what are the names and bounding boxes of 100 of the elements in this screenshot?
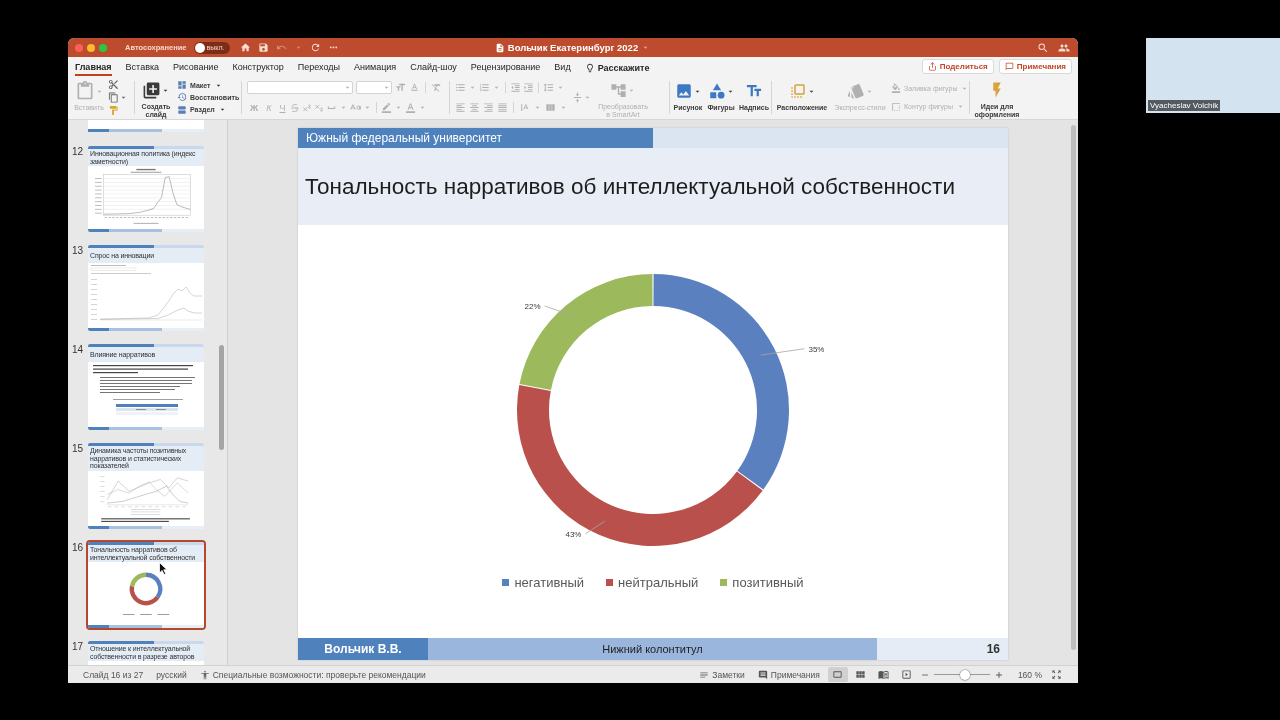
university-name: Южный федеральный университет [298, 128, 653, 148]
slide-number: 17 [72, 640, 85, 652]
change-case-icon[interactable] [350, 102, 362, 113]
data-label: 22% [524, 302, 541, 311]
data-label: 35% [808, 344, 825, 354]
align-right-icon[interactable] [483, 102, 494, 113]
participant-name: Vyacheslav Volchik [1148, 100, 1221, 111]
align-center-icon[interactable] [469, 102, 480, 113]
scrollbar[interactable] [1071, 125, 1076, 650]
font-color-icon[interactable] [405, 102, 417, 113]
reset-icon [177, 92, 187, 103]
superscript-icon[interactable] [302, 102, 313, 113]
slide-number: 14 [72, 343, 85, 355]
leader-line [760, 348, 805, 356]
indent-increase-icon[interactable] [523, 82, 534, 93]
section-icon [177, 104, 187, 115]
subscript-icon[interactable] [314, 102, 325, 113]
mouse-pointer-icon [159, 562, 168, 575]
picture-icon [674, 82, 693, 100]
save-icon[interactable] [257, 42, 269, 53]
search-icon[interactable] [1037, 41, 1049, 54]
leader-line [585, 520, 606, 535]
pen-icon[interactable] [381, 102, 393, 113]
paintbrush-icon[interactable] [108, 104, 119, 116]
leader-line [544, 305, 577, 318]
window-close-icon[interactable] [75, 43, 83, 52]
legend-label: нейтральный [618, 574, 699, 590]
font-name-field[interactable] [247, 81, 353, 94]
language-button[interactable]: русский [156, 669, 187, 680]
document-icon [494, 42, 505, 53]
slide-number: 15 [72, 442, 85, 454]
text-format-icon[interactable] [409, 82, 420, 93]
footer-text: Нижний колонтитул [428, 638, 877, 660]
clear-format-icon[interactable] [431, 82, 442, 93]
scissors-icon[interactable] [108, 79, 119, 91]
strikethrough-icon[interactable] [290, 102, 301, 113]
footer-author: Вольчик В.В. [298, 638, 428, 660]
slide-thumbnail[interactable] [88, 120, 204, 132]
align-justify-icon[interactable] [497, 102, 508, 113]
fill-bucket-icon [891, 83, 901, 94]
shapes-icon [707, 82, 726, 100]
line-spacing-icon[interactable] [543, 82, 554, 93]
indent-decrease-icon[interactable] [510, 82, 521, 93]
presentation-icon [901, 669, 913, 680]
vertical-align-icon[interactable] [572, 92, 583, 103]
tell-me-button[interactable]: Расскажите [584, 57, 650, 76]
window-maximize-icon[interactable] [99, 43, 107, 52]
text-direction-icon[interactable] [519, 102, 530, 113]
comment-icon [1004, 62, 1014, 71]
outline-icon [891, 101, 901, 112]
slide-title: Тональность нарративов об интеллектуальной собственности [305, 173, 955, 200]
home-icon[interactable] [239, 42, 251, 53]
legend-label: позитивный [732, 574, 804, 590]
grid-icon [855, 669, 867, 680]
scrollbar[interactable] [219, 345, 224, 450]
layout-icon [177, 80, 187, 91]
bullet-list-icon[interactable] [455, 82, 466, 93]
arrange-icon [788, 82, 807, 100]
align-left-icon[interactable] [455, 102, 466, 113]
view-button[interactable] [827, 667, 848, 682]
share-icon [927, 62, 937, 71]
columns-icon[interactable] [545, 102, 556, 113]
ribbon-tab[interactable]: Главная [75, 57, 112, 76]
notes-button[interactable]: Заметки [699, 669, 745, 680]
ribbon-tab[interactable]: Переходы [297, 57, 340, 76]
slide-icon [832, 669, 844, 680]
accessibility-icon [199, 669, 210, 680]
comments-button[interactable]: Примечания [998, 59, 1072, 74]
ribbon-tab[interactable]: Рисование [173, 57, 219, 76]
slide-counter: Слайд 16 из 27 [83, 669, 144, 680]
slide-number: 16 [986, 642, 1000, 656]
comments-button[interactable]: Примечания [757, 669, 820, 680]
fit-to-window-icon[interactable] [1051, 669, 1062, 680]
refresh-icon[interactable] [309, 42, 321, 53]
styles-icon [846, 82, 865, 100]
ribbon-tab[interactable]: Слайд-шоу [410, 57, 457, 76]
zoom-slider-thumb[interactable] [959, 669, 970, 680]
ribbon-tab[interactable]: Рецензирование [470, 57, 541, 76]
new-slide-icon [142, 80, 161, 100]
document-title: Вольчик Екатеринбург 2022 [507, 42, 639, 53]
ribbon-tab[interactable]: Анимация [353, 57, 397, 76]
lightbulb-icon [584, 62, 595, 73]
slide-number: 16 [72, 541, 85, 553]
accessibility-button[interactable]: Специальные возможности: проверьте рекомендации [199, 669, 426, 680]
share-button[interactable]: Поделиться [921, 59, 994, 74]
ribbon-tab[interactable]: Конструктор [232, 57, 284, 76]
ribbon-tab[interactable]: Вставка [125, 57, 160, 76]
font-size-field[interactable] [356, 81, 392, 94]
window-minimize-icon[interactable] [87, 43, 95, 52]
font-size-icon[interactable] [395, 82, 406, 93]
zoom-level: 160 % [1017, 669, 1042, 680]
slide-number: 13 [72, 244, 85, 256]
comment-icon [757, 669, 768, 680]
data-label: 43% [565, 529, 582, 539]
numbered-list-icon[interactable] [479, 82, 490, 93]
copy-icon[interactable] [108, 92, 119, 103]
ribbon-tab[interactable]: Вид [554, 57, 571, 76]
book-icon [878, 669, 890, 680]
legend-label: негативный [514, 574, 585, 590]
smartart-icon [610, 81, 627, 99]
